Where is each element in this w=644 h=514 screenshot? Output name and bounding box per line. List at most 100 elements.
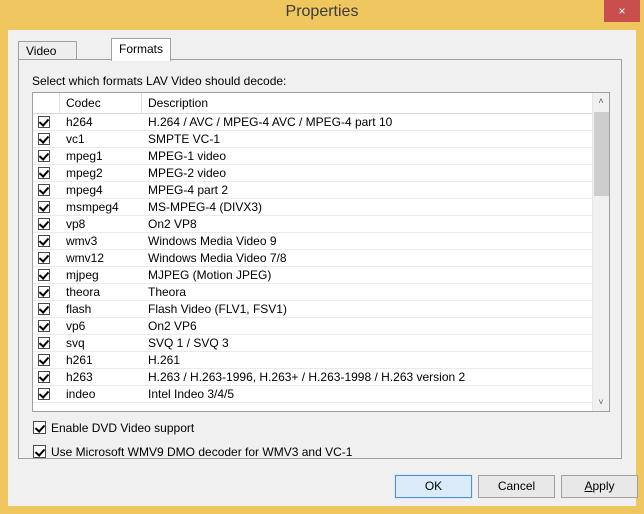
column-header-description[interactable]: Description xyxy=(142,93,594,113)
cell-description: H.261 xyxy=(148,353,181,367)
apply-mnemonic: A xyxy=(584,479,593,493)
cell-codec: msmpeg4 xyxy=(66,200,119,214)
row-checkbox-cell[interactable] xyxy=(38,286,51,299)
row-checkbox-cell[interactable] xyxy=(38,201,51,214)
row-checkbox-cell[interactable] xyxy=(38,303,51,316)
checkbox-h261[interactable] xyxy=(38,354,50,366)
dialog-client-area: Video Settings Formats Select which form… xyxy=(8,30,638,506)
row-checkbox-cell[interactable] xyxy=(38,150,51,163)
checkbox-wmv12[interactable] xyxy=(38,252,50,264)
apply-button[interactable]: Apply xyxy=(561,475,638,498)
window-title: Properties xyxy=(285,3,359,20)
list-scrollbar[interactable]: ˄ ˅ xyxy=(592,93,609,411)
row-checkbox-cell[interactable] xyxy=(38,116,51,129)
option-label-enable-dvd-video: Enable DVD Video support xyxy=(51,421,195,435)
list-rows: h264 H.264 / AVC / MPEG-4 AVC / MPEG-4 pa… xyxy=(33,114,594,411)
table-row[interactable]: mpeg2 MPEG-2 video xyxy=(33,165,594,182)
option-enable-dvd-video[interactable]: Enable DVD Video support xyxy=(33,421,194,435)
checkbox-vp8[interactable] xyxy=(38,218,50,230)
tab-video-settings[interactable]: Video Settings xyxy=(18,41,78,76)
cell-description: MPEG-1 video xyxy=(148,149,227,163)
row-checkbox-cell[interactable] xyxy=(38,218,51,231)
table-row[interactable]: vp8 On2 VP8 xyxy=(33,216,594,233)
cell-codec: h261 xyxy=(66,353,93,367)
checkbox-h264[interactable] xyxy=(38,116,50,128)
table-row[interactable]: msmpeg4 MS-MPEG-4 (DIVX3) xyxy=(33,199,594,216)
scroll-up-icon[interactable]: ˄ xyxy=(593,93,609,110)
properties-dialog: Properties × Video Settings Formats Sele… xyxy=(0,0,644,514)
table-row[interactable]: mpeg1 MPEG-1 video xyxy=(33,148,594,165)
cell-description: MPEG-2 video xyxy=(148,166,227,180)
row-checkbox-cell[interactable] xyxy=(38,337,51,350)
checkbox-msmpeg4[interactable] xyxy=(38,201,50,213)
table-row[interactable]: mpeg4 MPEG-4 part 2 xyxy=(33,182,594,199)
row-checkbox-cell[interactable] xyxy=(38,354,51,367)
checkbox-flash[interactable] xyxy=(38,303,50,315)
cell-description: Intel Indeo 3/4/5 xyxy=(148,387,235,401)
cell-description: Windows Media Video 7/8 xyxy=(148,251,287,265)
cell-description: Windows Media Video 9 xyxy=(148,234,277,248)
row-checkbox-cell[interactable] xyxy=(38,133,51,146)
cell-codec: mpeg1 xyxy=(66,149,103,163)
cell-description: On2 VP6 xyxy=(148,319,197,333)
table-row[interactable]: wmv3 Windows Media Video 9 xyxy=(33,233,594,250)
row-checkbox-cell[interactable] xyxy=(38,371,51,384)
checkbox-svq[interactable] xyxy=(38,337,50,349)
table-row[interactable]: indeo Intel Indeo 3/4/5 xyxy=(33,386,594,403)
table-row[interactable]: svq SVQ 1 / SVQ 3 xyxy=(33,335,594,352)
table-row[interactable]: flash Flash Video (FLV1, FSV1) xyxy=(33,301,594,318)
formats-list[interactable]: Codec Description h264 H.264 / AVC / MPEG… xyxy=(32,92,610,412)
option-wmv9-dmo-decoder[interactable]: Use Microsoft WMV9 DMO decoder for WMV3 … xyxy=(33,445,352,459)
table-row[interactable]: vp6 On2 VP6 xyxy=(33,318,594,335)
scroll-down-icon[interactable]: ˅ xyxy=(593,394,609,411)
row-checkbox-cell[interactable] xyxy=(38,235,51,248)
cell-description: SVQ 1 / SVQ 3 xyxy=(148,336,229,350)
table-row[interactable]: h263 H.263 / H.263-1996, H.263+ / H.263-1… xyxy=(33,369,594,386)
cell-codec: vp6 xyxy=(66,319,86,333)
tab-formats[interactable]: Formats xyxy=(111,38,172,61)
table-row[interactable]: h264 H.264 / AVC / MPEG-4 AVC / MPEG-4 pa… xyxy=(33,114,594,131)
row-checkbox-cell[interactable] xyxy=(38,388,51,401)
cell-codec: h264 xyxy=(66,115,93,129)
checkbox-mpeg2[interactable] xyxy=(38,167,50,179)
cell-codec: vp8 xyxy=(66,217,86,231)
cell-codec: mpeg4 xyxy=(66,183,103,197)
column-header-check[interactable] xyxy=(33,93,60,113)
close-icon[interactable]: × xyxy=(604,0,640,22)
row-checkbox-cell[interactable] xyxy=(38,252,51,265)
table-row[interactable]: h261 H.261 xyxy=(33,352,594,369)
row-checkbox-cell[interactable] xyxy=(38,184,51,197)
table-row[interactable]: mjpeg MJPEG (Motion JPEG) xyxy=(33,267,594,284)
checkbox-vc1[interactable] xyxy=(38,133,50,145)
table-row[interactable]: theora Theora xyxy=(33,284,594,301)
cell-description: MS-MPEG-4 (DIVX3) xyxy=(148,200,263,214)
checkbox-h263[interactable] xyxy=(38,371,50,383)
scrollbar-thumb[interactable] xyxy=(594,112,609,196)
cell-codec: h263 xyxy=(66,370,93,384)
checkbox-enable-dvd-video[interactable] xyxy=(33,421,46,434)
table-row[interactable]: wmv12 Windows Media Video 7/8 xyxy=(33,250,594,267)
cell-description: MJPEG (Motion JPEG) xyxy=(148,268,272,282)
checkbox-wmv9-dmo-decoder[interactable] xyxy=(33,445,46,458)
cancel-button[interactable]: Cancel xyxy=(478,475,555,498)
cell-codec: svq xyxy=(66,336,85,350)
row-checkbox-cell[interactable] xyxy=(38,320,51,333)
column-header-codec[interactable]: Codec xyxy=(60,93,142,113)
checkbox-mjpeg[interactable] xyxy=(38,269,50,281)
ok-button[interactable]: OK xyxy=(394,474,473,499)
cell-description: H.263 / H.263-1996, H.263+ / H.263-1998 … xyxy=(148,370,466,384)
checkbox-wmv3[interactable] xyxy=(38,235,50,247)
checkbox-mpeg4[interactable] xyxy=(38,184,50,196)
cell-codec: indeo xyxy=(66,387,96,401)
row-checkbox-cell[interactable] xyxy=(38,167,51,180)
option-label-wmv9-dmo-decoder: Use Microsoft WMV9 DMO decoder for WMV3 … xyxy=(51,445,353,459)
cell-description: Flash Video (FLV1, FSV1) xyxy=(148,302,287,316)
table-row[interactable]: vc1 SMPTE VC-1 xyxy=(33,131,594,148)
checkbox-theora[interactable] xyxy=(38,286,50,298)
cell-codec: vc1 xyxy=(66,132,85,146)
checkbox-vp6[interactable] xyxy=(38,320,50,332)
list-header: Codec Description xyxy=(33,93,609,114)
row-checkbox-cell[interactable] xyxy=(38,269,51,282)
checkbox-indeo[interactable] xyxy=(38,388,50,400)
checkbox-mpeg1[interactable] xyxy=(38,150,50,162)
